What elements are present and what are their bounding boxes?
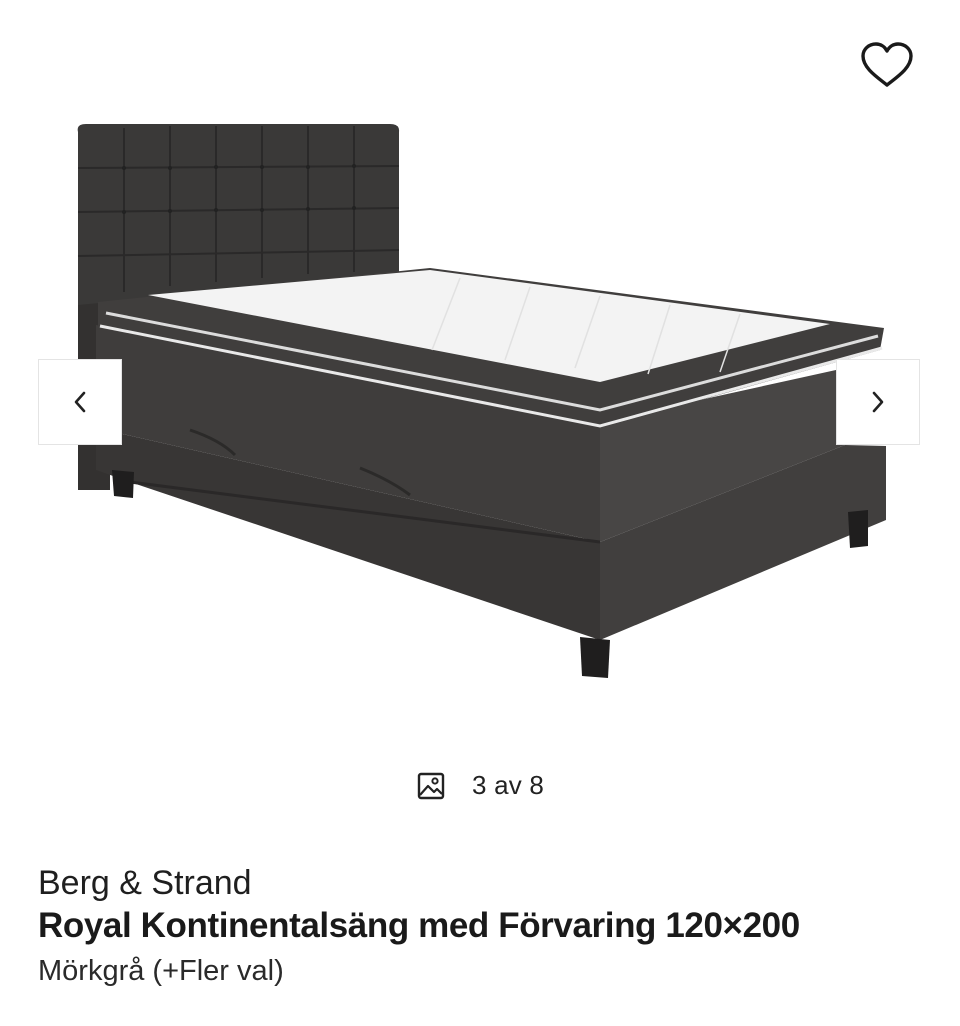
product-image[interactable]	[60, 110, 900, 700]
favorite-button[interactable]	[852, 32, 922, 98]
next-image-button[interactable]	[836, 359, 920, 445]
heart-outline-icon	[861, 42, 913, 87]
previous-image-button[interactable]	[38, 359, 122, 445]
product-variant[interactable]: Mörkgrå (+Fler val)	[38, 955, 284, 988]
product-title: Royal Kontinentalsäng med Förvaring 120×…	[38, 906, 800, 945]
image-counter: 3 av 8	[0, 770, 960, 801]
image-icon	[417, 772, 445, 799]
chevron-right-icon	[872, 391, 884, 413]
product-image-gallery[interactable]: 3 av 8	[0, 0, 960, 830]
chevron-left-icon	[74, 391, 86, 413]
image-counter-text: 3 av 8	[471, 770, 545, 800]
product-brand[interactable]: Berg & Strand	[38, 864, 252, 903]
